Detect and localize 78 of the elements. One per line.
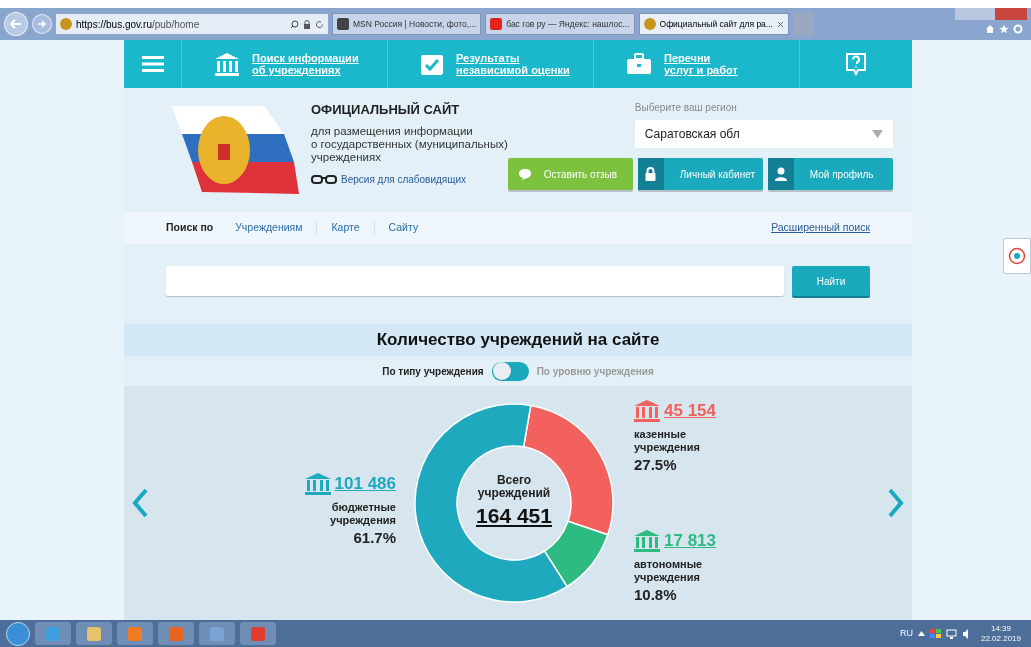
home-icon — [985, 24, 995, 34]
help-icon — [845, 52, 867, 76]
search-icon — [290, 19, 299, 29]
speech-bubble-icon — [517, 167, 532, 181]
category-label: казенные учреждения — [634, 427, 701, 454]
toggle-option-label[interactable]: По типу учреждения — [382, 363, 484, 379]
type-toggle-switch[interactable] — [491, 361, 529, 381]
forward-arrow-icon — [37, 20, 47, 28]
low-vision-link[interactable]: Версия для слабовидящих — [341, 171, 467, 187]
taskbar-app-icon[interactable] — [199, 622, 235, 645]
refresh-icon — [315, 19, 324, 29]
address-bar[interactable]: https://bus.gov.ru/pub/home — [56, 14, 328, 34]
maximize-button[interactable] — [975, 8, 995, 20]
tab-favicon-icon — [643, 18, 656, 30]
taskbar-app-icon[interactable] — [76, 622, 112, 645]
header-button[interactable]: Мой профиль — [767, 158, 893, 190]
search-field[interactable] — [166, 266, 784, 296]
percent-label: 61.7% — [353, 527, 396, 548]
total-label: Всего учреждений — [477, 474, 551, 501]
address-text: https://bus.gov.ru/pub/home — [76, 17, 200, 32]
browser-tab[interactable]: MSN Россия | Новости, фото,... — [332, 13, 482, 35]
browser-tab[interactable]: Официальный сайт для ра... — [638, 13, 789, 35]
menu-icon — [141, 56, 164, 72]
site-title: ОФИЦИАЛЬНЫЙ САЙТ — [311, 101, 461, 119]
search-tab[interactable]: Карте — [316, 220, 374, 236]
building-icon — [634, 529, 660, 552]
site-favicon-icon — [60, 18, 72, 30]
dropdown-triangle-icon — [871, 130, 883, 138]
taskbar-app-icon[interactable] — [158, 622, 194, 645]
back-button[interactable] — [4, 12, 28, 36]
advanced-search-link[interactable]: Расширенный поиск — [771, 220, 870, 236]
minimize-button[interactable] — [955, 8, 975, 20]
building-icon — [634, 399, 660, 422]
region-select[interactable]: Саратовская обл — [634, 120, 893, 148]
back-arrow-icon — [10, 19, 22, 29]
category-label: автономные учреждения — [634, 557, 704, 584]
user-icon — [774, 167, 787, 181]
percent-label: 27.5% — [634, 454, 677, 475]
percent-label: 10.8% — [634, 584, 677, 605]
side-widget-button[interactable] — [1003, 238, 1031, 274]
forward-button[interactable] — [32, 14, 52, 34]
clock[interactable]: 14:39 22.02.2019 — [976, 623, 1025, 644]
glasses-icon — [311, 174, 337, 184]
taskbar-app-icon[interactable] — [117, 622, 153, 645]
lock-icon — [303, 19, 311, 29]
chevron-left-icon — [132, 488, 148, 518]
circle-badge-icon — [1008, 247, 1026, 265]
section-title: Количество учреждений на сайте — [376, 329, 660, 352]
flag-icon — [929, 628, 941, 639]
building-icon — [304, 472, 331, 495]
start-button[interactable] — [6, 621, 30, 646]
close-icon — [776, 20, 784, 28]
search-tab[interactable]: Учреждениям — [235, 220, 317, 236]
network-icon — [945, 628, 957, 639]
browser-tab[interactable]: бас гов ру — Яндекс: нашлос... — [485, 13, 635, 35]
find-button[interactable]: Найти — [792, 266, 870, 296]
tab-favicon-icon — [490, 18, 503, 30]
region-label: Выберите ваш регион — [634, 101, 738, 115]
header-button[interactable]: Личный кабинет — [637, 158, 763, 190]
settings-icon — [1013, 24, 1023, 34]
star-icon — [999, 24, 1009, 34]
taskbar-app-icon[interactable] — [35, 622, 71, 645]
search-by-label: Поиск по — [166, 220, 214, 236]
search-tab[interactable]: Сайту — [373, 220, 433, 236]
toggle-knob — [492, 362, 511, 380]
briefcase-icon — [626, 53, 652, 75]
site-description: для размещения информации о государственных (муниципальных) учреждениях — [311, 124, 508, 164]
close-button[interactable] — [995, 8, 1027, 20]
language-indicator[interactable]: RU — [899, 626, 913, 641]
checkmark-icon — [420, 52, 444, 76]
category-label: бюджетные учреждения — [329, 500, 396, 527]
total-count-link[interactable]: 164 451 — [476, 500, 552, 532]
chevron-right-icon — [888, 488, 904, 518]
tray-arrow-icon — [917, 631, 925, 636]
building-icon — [214, 52, 240, 76]
lock-icon — [645, 167, 657, 181]
taskbar-app-icon[interactable] — [240, 622, 276, 645]
tab-favicon-icon — [337, 18, 349, 30]
